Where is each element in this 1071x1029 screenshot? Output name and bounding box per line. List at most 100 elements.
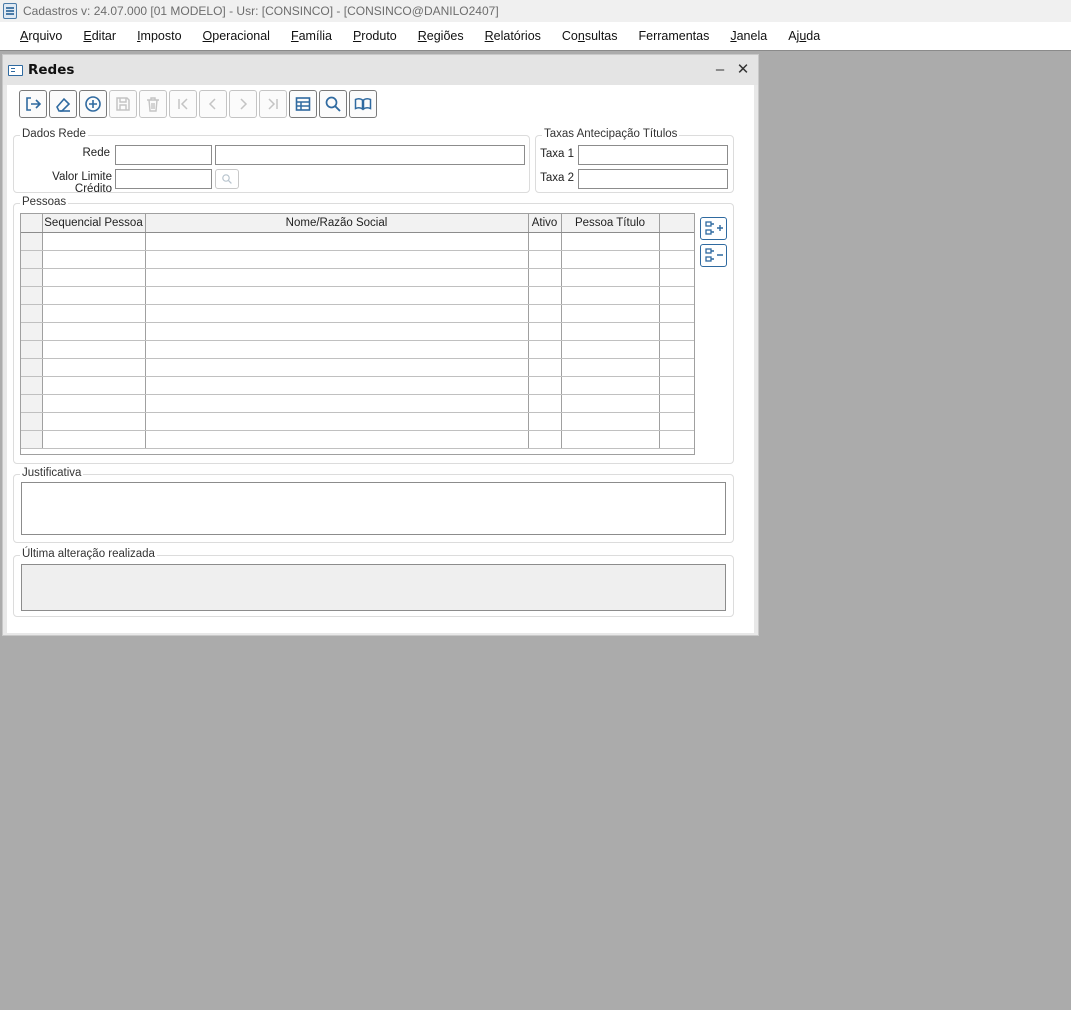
table-cell[interactable] [42, 340, 146, 359]
valor-limite-input[interactable] [115, 169, 212, 189]
menu-item-3[interactable]: Operacional [195, 22, 278, 50]
window-header[interactable]: Redes – ✕ [3, 55, 758, 85]
table-cell[interactable] [42, 412, 146, 431]
table-cell[interactable] [659, 250, 694, 269]
table-cell[interactable] [42, 430, 146, 449]
table-cell[interactable] [561, 250, 660, 269]
column-header-sequencial[interactable]: Sequencial Pessoa [42, 214, 146, 233]
table-cell[interactable] [561, 340, 660, 359]
table-cell[interactable] [145, 430, 529, 449]
taxa1-input[interactable] [578, 145, 728, 165]
remove-row-button[interactable] [700, 244, 727, 267]
clear-button[interactable] [49, 90, 77, 118]
table-cell[interactable] [42, 322, 146, 341]
table-cell[interactable] [561, 430, 660, 449]
table-cell[interactable] [145, 376, 529, 395]
column-header-ativo[interactable]: Ativo [528, 214, 562, 233]
table-row[interactable] [21, 430, 694, 449]
table-cell[interactable] [528, 394, 562, 413]
table-cell[interactable] [145, 412, 529, 431]
table-row[interactable] [21, 268, 694, 287]
table-row[interactable] [21, 340, 694, 359]
taxa2-input[interactable] [578, 169, 728, 189]
table-cell[interactable] [145, 268, 529, 287]
menu-item-1[interactable]: Editar [75, 22, 124, 50]
table-cell[interactable] [42, 232, 146, 251]
exit-button[interactable] [19, 90, 47, 118]
table-cell[interactable] [528, 376, 562, 395]
help-button[interactable] [349, 90, 377, 118]
table-cell[interactable] [561, 322, 660, 341]
table-cell[interactable] [659, 340, 694, 359]
table-row[interactable] [21, 394, 694, 413]
table-cell[interactable] [528, 304, 562, 323]
table-cell[interactable] [659, 358, 694, 377]
menu-item-4[interactable]: Família [283, 22, 340, 50]
justificativa-textarea[interactable] [21, 482, 726, 535]
table-cell[interactable] [528, 268, 562, 287]
menu-item-0[interactable]: Arquivo [12, 22, 70, 50]
table-cell[interactable] [561, 286, 660, 305]
table-cell[interactable] [659, 286, 694, 305]
table-row[interactable] [21, 232, 694, 251]
table-cell[interactable] [42, 394, 146, 413]
table-cell[interactable] [528, 322, 562, 341]
table-cell[interactable] [659, 430, 694, 449]
rede-name-input[interactable] [215, 145, 525, 165]
table-cell[interactable] [528, 430, 562, 449]
pessoas-grid[interactable]: Sequencial Pessoa Nome/Razão Social Ativ… [20, 213, 695, 455]
menu-item-2[interactable]: Imposto [129, 22, 189, 50]
table-cell[interactable] [145, 394, 529, 413]
table-cell[interactable] [528, 250, 562, 269]
table-cell[interactable] [528, 232, 562, 251]
table-cell[interactable] [528, 286, 562, 305]
previous-record-button[interactable] [199, 90, 227, 118]
table-cell[interactable] [659, 376, 694, 395]
table-cell[interactable] [145, 286, 529, 305]
table-cell[interactable] [561, 268, 660, 287]
table-cell[interactable] [145, 232, 529, 251]
table-cell[interactable] [145, 304, 529, 323]
table-cell[interactable] [659, 232, 694, 251]
table-cell[interactable] [659, 268, 694, 287]
table-cell[interactable] [561, 412, 660, 431]
last-record-button[interactable] [259, 90, 287, 118]
table-row[interactable] [21, 412, 694, 431]
column-header-pessoa-titulo[interactable]: Pessoa Título [561, 214, 660, 233]
menu-item-9[interactable]: Ferramentas [631, 22, 718, 50]
table-cell[interactable] [561, 358, 660, 377]
menu-item-7[interactable]: Relatórios [477, 22, 549, 50]
table-cell[interactable] [528, 340, 562, 359]
menu-item-6[interactable]: Regiões [410, 22, 472, 50]
table-cell[interactable] [42, 304, 146, 323]
table-cell[interactable] [42, 376, 146, 395]
menu-item-8[interactable]: Consultas [554, 22, 626, 50]
column-header-nome[interactable]: Nome/Razão Social [145, 214, 529, 233]
table-cell[interactable] [561, 304, 660, 323]
table-row[interactable] [21, 376, 694, 395]
table-cell[interactable] [42, 268, 146, 287]
table-row[interactable] [21, 322, 694, 341]
table-cell[interactable] [561, 376, 660, 395]
grid-view-button[interactable] [289, 90, 317, 118]
table-cell[interactable] [42, 250, 146, 269]
add-row-button[interactable] [700, 217, 727, 240]
menu-item-11[interactable]: Ajuda [780, 22, 828, 50]
save-button[interactable] [109, 90, 137, 118]
table-row[interactable] [21, 286, 694, 305]
menu-item-10[interactable]: Janela [722, 22, 775, 50]
table-cell[interactable] [659, 322, 694, 341]
next-record-button[interactable] [229, 90, 257, 118]
table-cell[interactable] [561, 232, 660, 251]
table-cell[interactable] [659, 412, 694, 431]
table-cell[interactable] [528, 358, 562, 377]
table-cell[interactable] [145, 250, 529, 269]
table-row[interactable] [21, 250, 694, 269]
table-cell[interactable] [659, 394, 694, 413]
new-button[interactable] [79, 90, 107, 118]
table-cell[interactable] [42, 286, 146, 305]
close-button[interactable]: ✕ [734, 61, 752, 79]
valor-limite-search-button[interactable] [215, 169, 239, 189]
table-cell[interactable] [659, 304, 694, 323]
delete-button[interactable] [139, 90, 167, 118]
